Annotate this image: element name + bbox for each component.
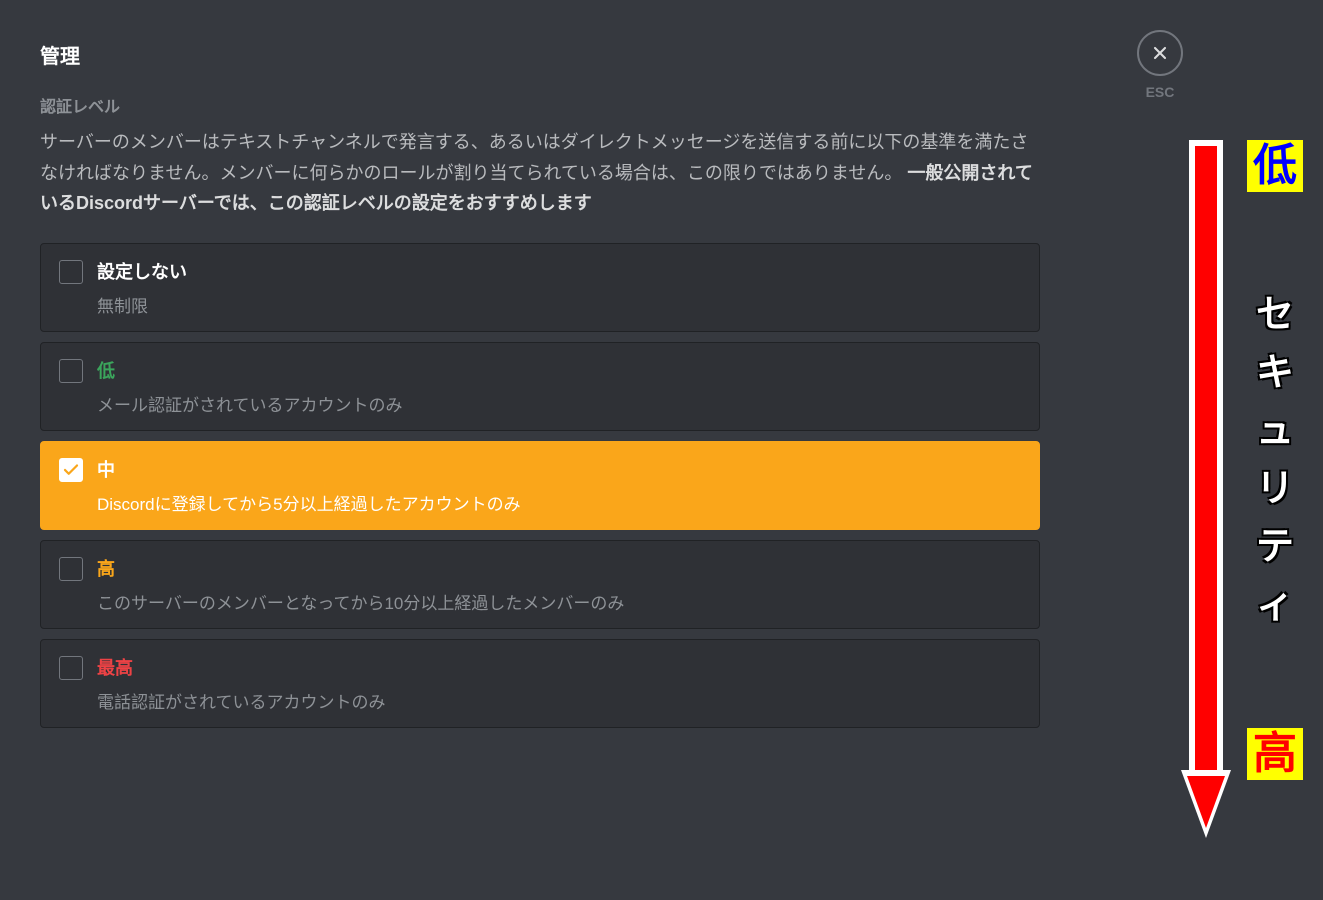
annotation-char: ュ [1256,412,1294,450]
checkbox-icon [59,458,83,482]
annotation-vertical-text: セキュリティ [1256,296,1294,624]
verification-option-1[interactable]: 低メール認証がされているアカウントのみ [40,342,1040,431]
option-description: メール認証がされているアカウントのみ [97,391,403,416]
annotation-low-badge: 低 [1247,140,1303,192]
settings-panel: 管理 認証レベル サーバーのメンバーはテキストチャンネルで発言する、あるいはダイ… [0,0,1080,768]
close-button[interactable]: ESC [1137,30,1183,100]
security-annotation: 低 セキュリティ 高 [1181,140,1303,840]
annotation-char: ィ [1256,586,1294,624]
close-icon [1137,30,1183,76]
annotation-char: リ [1256,470,1294,508]
option-title: 中 [97,456,521,482]
verification-option-4[interactable]: 最高電話認証がされているアカウントのみ [40,639,1040,728]
annotation-labels: 低 セキュリティ 高 [1247,140,1303,780]
option-content: 設定しない無制限 [97,258,187,317]
checkbox-icon [59,260,83,284]
verification-option-0[interactable]: 設定しない無制限 [40,243,1040,332]
checkbox-icon [59,656,83,680]
option-content: 中 Discordに登録してから5分以上経過したアカウントのみ [97,456,521,515]
verification-options: 設定しない無制限低メール認証がされているアカウントのみ中 Discordに登録して… [40,243,1040,728]
description-text: サーバーのメンバーはテキストチャンネルで発言する、あるいはダイレクトメッセージを… [40,132,1028,183]
option-title: 高 [97,555,624,581]
annotation-char: キ [1256,354,1294,392]
option-description: このサーバーのメンバーとなってから10分以上経過したメンバーのみ [97,589,624,614]
esc-label: ESC [1146,84,1175,100]
annotation-high-badge: 高 [1247,728,1303,780]
section-label: 認証レベル [40,93,1040,117]
annotation-arrow [1181,140,1231,840]
verification-option-2[interactable]: 中 Discordに登録してから5分以上経過したアカウントのみ [40,441,1040,530]
option-content: 低メール認証がされているアカウントのみ [97,357,403,416]
verification-option-3[interactable]: 高このサーバーのメンバーとなってから10分以上経過したメンバーのみ [40,540,1040,629]
option-title: 最高 [97,654,386,680]
checkbox-icon [59,359,83,383]
section-description: サーバーのメンバーはテキストチャンネルで発言する、あるいはダイレクトメッセージを… [40,127,1040,219]
annotation-char: セ [1256,296,1294,334]
option-title: 設定しない [97,258,187,284]
annotation-char: テ [1256,528,1294,566]
page-title: 管理 [40,40,1040,69]
option-description: Discordに登録してから5分以上経過したアカウントのみ [97,490,521,515]
option-description: 電話認証がされているアカウントのみ [97,688,386,713]
option-description: 無制限 [97,292,187,317]
option-content: 高このサーバーのメンバーとなってから10分以上経過したメンバーのみ [97,555,624,614]
option-title: 低 [97,357,403,383]
checkbox-icon [59,557,83,581]
option-content: 最高電話認証がされているアカウントのみ [97,654,386,713]
